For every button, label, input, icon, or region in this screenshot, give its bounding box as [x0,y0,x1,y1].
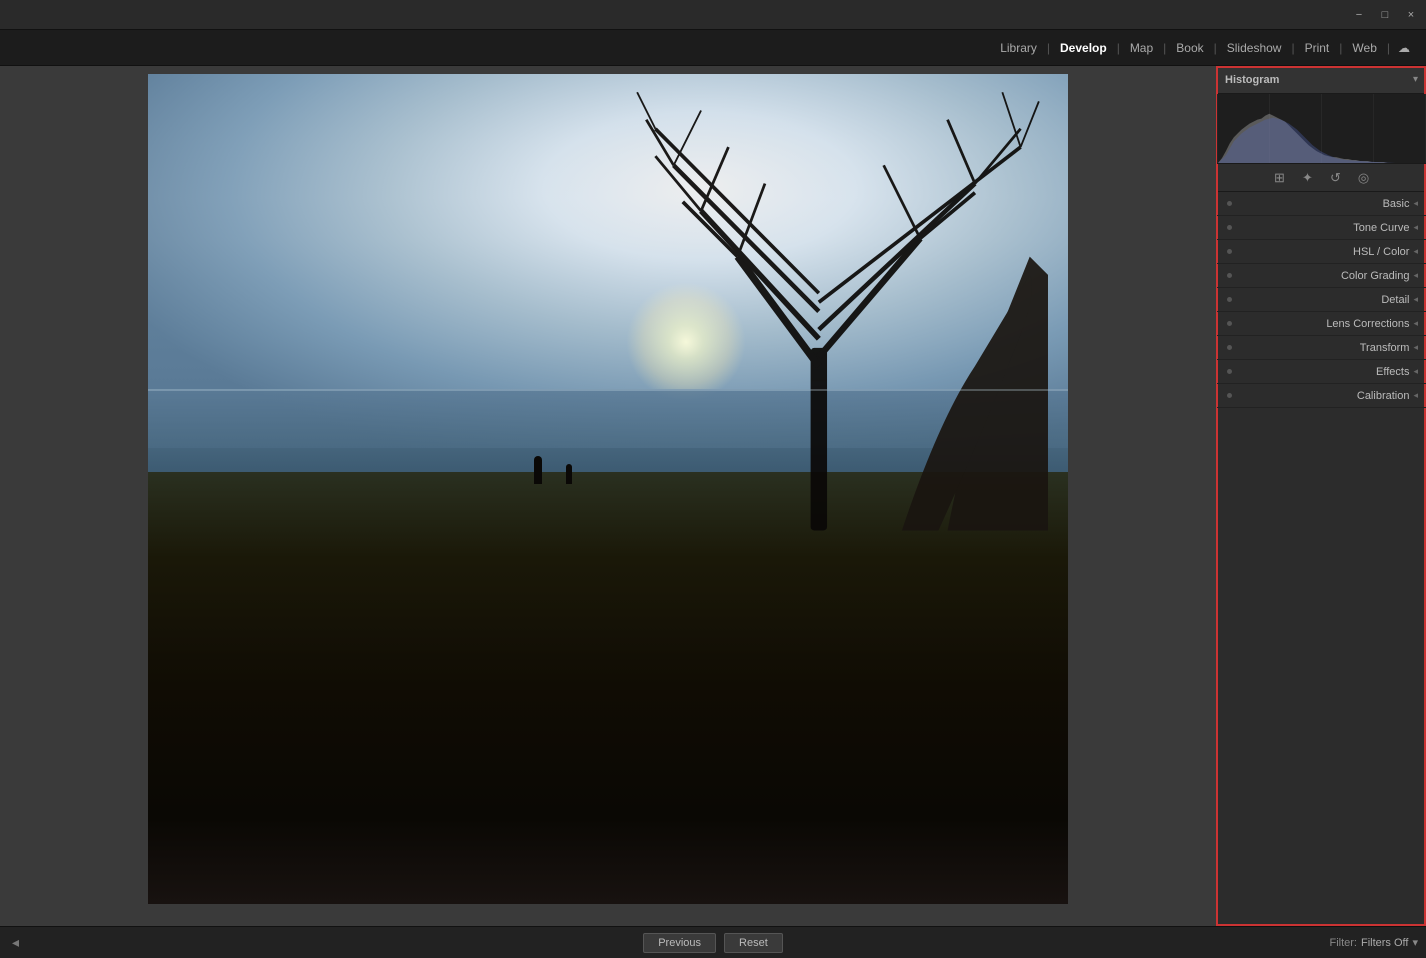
histogram-collapse-arrow[interactable]: ▾ [1413,74,1418,85]
panel-section-effects[interactable]: Effects ◂ [1217,360,1426,384]
histogram-title: Histogram [1225,74,1279,86]
heal-icon[interactable]: ✦ [1299,169,1317,187]
maximize-button[interactable]: □ [1378,8,1392,22]
section-label-lens-corrections: Lens Corrections [1237,318,1409,330]
panel-section-tone-curve[interactable]: Tone Curve ◂ [1217,216,1426,240]
filter-label: Filter: [1329,937,1357,949]
bottom-left-area: ◂ [0,934,478,951]
histogram-svg [1217,94,1426,163]
panel-section-detail[interactable]: Detail ◂ [1217,288,1426,312]
section-dot-tone-curve [1225,224,1233,232]
photo-background [148,74,1068,904]
section-arrow-transform: ◂ [1413,342,1418,353]
photo-container [148,74,1068,904]
nav-book[interactable]: Book [1166,30,1213,65]
crop-icon[interactable]: ⊞ [1271,169,1289,187]
titlebar: − □ × [0,0,1426,30]
section-label-basic: Basic [1237,198,1409,210]
section-arrow-tone-curve: ◂ [1413,222,1418,233]
histogram-area [1217,94,1426,164]
bottom-right-area: Filter: Filters Off ▾ [948,936,1426,949]
figure-2 [566,464,572,484]
section-dot-effects [1225,368,1233,376]
section-dot-detail [1225,296,1233,304]
section-arrow-color-grading: ◂ [1413,270,1418,281]
nav-sep-7: | [1387,41,1390,55]
section-dot-basic [1225,200,1233,208]
nav-print[interactable]: Print [1295,30,1340,65]
filmstrip-left-arrow[interactable]: ◂ [8,934,23,951]
bottom-bar: ◂ Previous Reset Filter: Filters Off ▾ [0,926,1426,958]
right-panel: Histogram ▾ ⊞ ✦ ↺ ◎ [1216,66,1426,926]
horizon-line [148,389,1068,391]
section-arrow-calibration: ◂ [1413,390,1418,401]
nav-web[interactable]: Web [1342,30,1386,65]
main-area: Histogram ▾ ⊞ ✦ ↺ ◎ [0,66,1426,926]
nav-develop[interactable]: Develop [1050,30,1117,65]
section-label-detail: Detail [1237,294,1409,306]
panel-section-transform[interactable]: Transform ◂ [1217,336,1426,360]
section-dot-color-grading [1225,272,1233,280]
shore-layer [148,472,1068,904]
section-arrow-basic: ◂ [1413,198,1418,209]
section-label-calibration: Calibration [1237,390,1409,402]
mask-icon[interactable]: ◎ [1355,169,1373,187]
section-label-tone-curve: Tone Curve [1237,222,1409,234]
previous-button[interactable]: Previous [643,933,716,953]
figure-1 [534,456,542,484]
section-arrow-hsl-color: ◂ [1413,246,1418,257]
section-arrow-lens-corrections: ◂ [1413,318,1418,329]
section-label-hsl-color: HSL / Color [1237,246,1409,258]
section-dot-lens-corrections [1225,320,1233,328]
panel-section-hsl-color[interactable]: HSL / Color ◂ [1217,240,1426,264]
minimize-button[interactable]: − [1352,8,1366,22]
panel-section-lens-corrections[interactable]: Lens Corrections ◂ [1217,312,1426,336]
nav-map[interactable]: Map [1120,30,1163,65]
filters-off-label: Filters Off [1361,937,1408,949]
section-dot-transform [1225,344,1233,352]
navbar: Library | Develop | Map | Book | Slidesh… [0,30,1426,66]
section-label-effects: Effects [1237,366,1409,378]
section-arrow-effects: ◂ [1413,366,1418,377]
filter-dropdown-arrow[interactable]: ▾ [1412,936,1418,949]
panel-section-color-grading[interactable]: Color Grading ◂ [1217,264,1426,288]
section-label-color-grading: Color Grading [1237,270,1409,282]
close-button[interactable]: × [1404,8,1418,22]
histogram-header[interactable]: Histogram ▾ [1217,66,1426,94]
section-label-transform: Transform [1237,342,1409,354]
nav-slideshow[interactable]: Slideshow [1217,30,1292,65]
panel-section-basic[interactable]: Basic ◂ [1217,192,1426,216]
section-arrow-detail: ◂ [1413,294,1418,305]
section-dot-calibration [1225,392,1233,400]
cloud-sync-icon[interactable]: ☁ [1398,41,1410,55]
history-icon[interactable]: ↺ [1327,169,1345,187]
tool-icons-row: ⊞ ✦ ↺ ◎ [1217,164,1426,192]
figures-group [534,456,572,484]
section-dot-hsl-color [1225,248,1233,256]
center-area [0,66,1216,926]
panel-section-calibration[interactable]: Calibration ◂ [1217,384,1426,408]
bottom-center-area: Previous Reset [478,933,948,953]
nav-library[interactable]: Library [990,30,1047,65]
tree-silhouette [608,74,1068,531]
reset-button[interactable]: Reset [724,933,783,953]
